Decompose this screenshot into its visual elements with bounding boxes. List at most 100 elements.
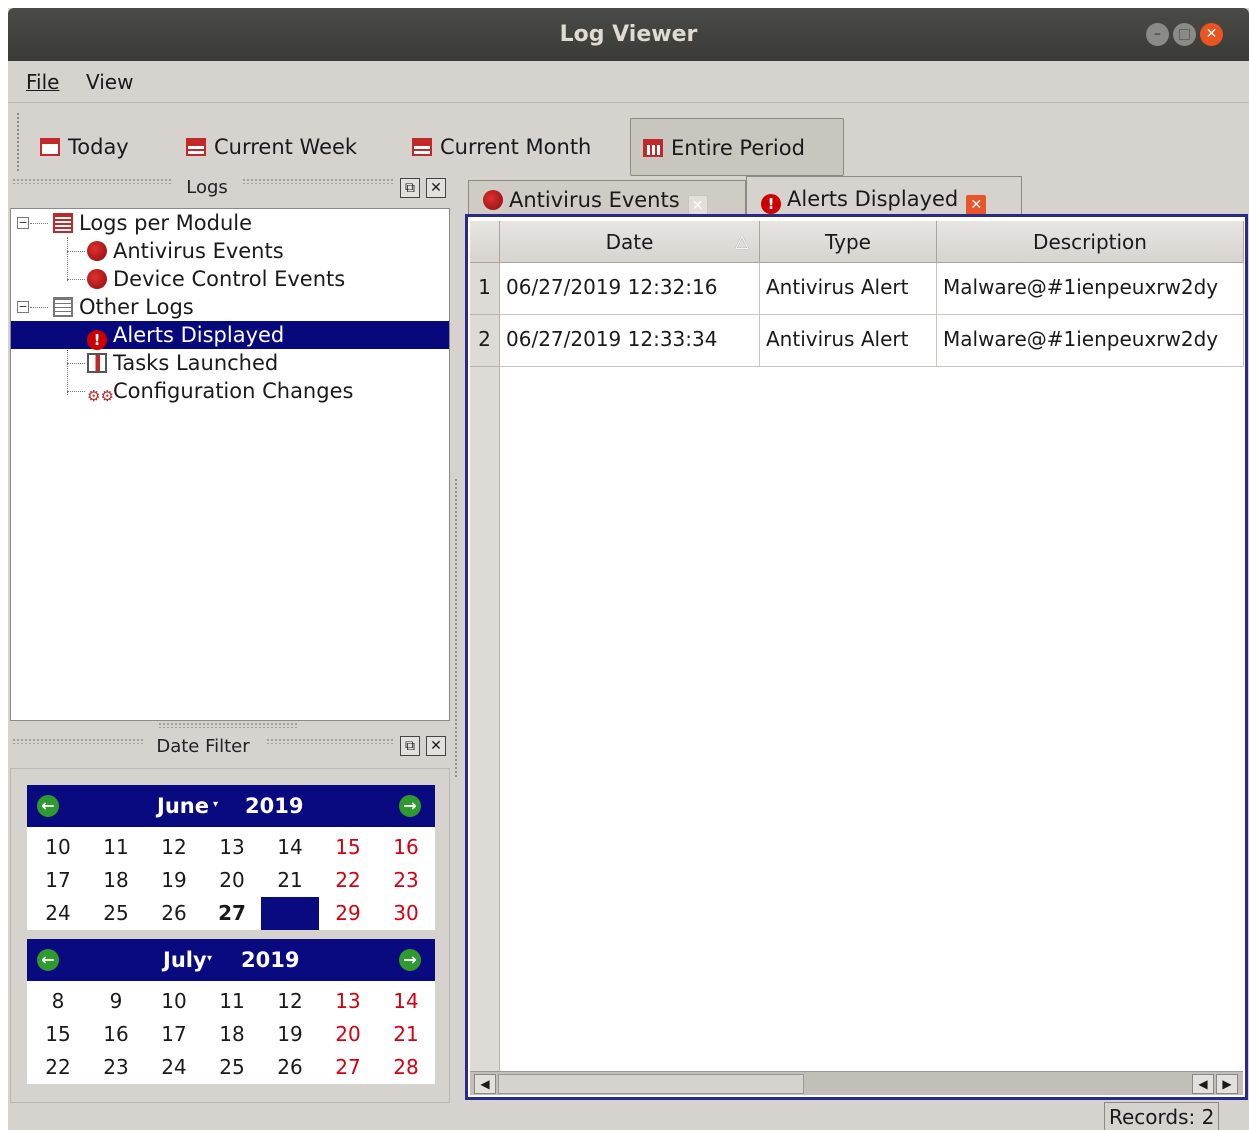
- row-number[interactable]: 1: [470, 263, 500, 315]
- month-selector[interactable]: July: [163, 948, 207, 972]
- cell-description[interactable]: Malware@#1ienpeuxrw2dy: [937, 263, 1244, 315]
- minimize-icon[interactable]: –: [1146, 23, 1169, 46]
- calendar-day[interactable]: 12: [145, 831, 203, 864]
- calendar-day[interactable]: 14: [261, 831, 319, 864]
- calendar-day[interactable]: 24: [29, 897, 87, 930]
- collapse-icon[interactable]: −: [17, 217, 29, 229]
- month-selector[interactable]: June: [157, 794, 209, 818]
- tree-node-antivirus-events[interactable]: Antivirus Events: [87, 237, 284, 265]
- calendar-day[interactable]: 25: [203, 1051, 261, 1084]
- calendar-day[interactable]: 20: [203, 864, 261, 897]
- collapse-icon[interactable]: −: [17, 301, 29, 313]
- calendar-day[interactable]: 23: [377, 864, 435, 897]
- close-panel-icon[interactable]: ✕: [426, 178, 446, 198]
- menu-view[interactable]: View: [86, 70, 133, 94]
- calendar-day[interactable]: 12: [261, 985, 319, 1018]
- calendar-day[interactable]: 21: [377, 1018, 435, 1051]
- calendar-day[interactable]: 11: [87, 831, 145, 864]
- scroll-left-icon[interactable]: ◀: [1192, 1074, 1214, 1094]
- entire-period-button[interactable]: Entire Period: [630, 118, 844, 176]
- column-header-type[interactable]: Type: [760, 221, 937, 263]
- column-header-description[interactable]: Description: [937, 221, 1244, 263]
- calendar-day[interactable]: 28: [377, 1051, 435, 1084]
- tree-node-tasks-launched[interactable]: Tasks Launched: [87, 349, 278, 377]
- calendar-day[interactable]: 13: [319, 985, 377, 1018]
- panel-drag-handle[interactable]: [242, 178, 394, 184]
- tree-node-other-logs[interactable]: Other Logs: [53, 293, 194, 321]
- cell-date[interactable]: 06/27/2019 12:32:16: [500, 263, 760, 315]
- scrollbar-thumb[interactable]: [498, 1074, 804, 1094]
- tree-node-configuration-changes[interactable]: ⚙⚙Configuration Changes: [87, 377, 353, 405]
- float-panel-icon[interactable]: ⧉: [400, 736, 420, 756]
- calendar-day[interactable]: 22: [29, 1051, 87, 1084]
- next-month-icon[interactable]: →: [399, 949, 421, 971]
- panel-drag-handle[interactable]: [12, 178, 172, 184]
- cell-date[interactable]: 06/27/2019 12:33:34: [500, 315, 760, 367]
- calendar-day[interactable]: 15: [319, 831, 377, 864]
- calendar-day[interactable]: 22: [319, 864, 377, 897]
- month-dropdown-icon[interactable]: ▾: [213, 799, 218, 810]
- calendar-day[interactable]: 8: [29, 985, 87, 1018]
- splitter-handle[interactable]: [158, 722, 298, 728]
- calendar-day[interactable]: 28: [261, 897, 319, 930]
- prev-month-icon[interactable]: ←: [37, 949, 59, 971]
- cell-description[interactable]: Malware@#1ienpeuxrw2dy: [937, 315, 1244, 367]
- calendar-day[interactable]: 16: [377, 831, 435, 864]
- column-header-date[interactable]: Date △: [500, 221, 760, 263]
- calendar-day[interactable]: 17: [29, 864, 87, 897]
- prev-month-icon[interactable]: ←: [37, 795, 59, 817]
- close-panel-icon[interactable]: ✕: [426, 736, 446, 756]
- tab-antivirus-events[interactable]: Antivirus Events ✕: [468, 180, 746, 218]
- tree-node-alerts-displayed[interactable]: ! Alerts Displayed: [11, 321, 449, 350]
- current-week-button[interactable]: Current Week: [184, 118, 357, 176]
- calendar-day[interactable]: 11: [203, 985, 261, 1018]
- calendar-day[interactable]: 9: [87, 985, 145, 1018]
- next-month-icon[interactable]: →: [399, 795, 421, 817]
- scroll-right-icon[interactable]: ▶: [1216, 1074, 1238, 1094]
- calendar-day[interactable]: 24: [145, 1051, 203, 1084]
- calendar-day[interactable]: 27: [319, 1051, 377, 1084]
- calendar-day[interactable]: 10: [145, 985, 203, 1018]
- calendar-day[interactable]: 10: [29, 831, 87, 864]
- tree-node-device-control-events[interactable]: Device Control Events: [87, 265, 345, 293]
- calendar-day[interactable]: 23: [87, 1051, 145, 1084]
- scroll-left-icon[interactable]: ◀: [474, 1074, 496, 1094]
- horizontal-scrollbar[interactable]: ◀ ◀ ▶: [470, 1071, 1243, 1095]
- today-button[interactable]: Today: [38, 118, 129, 176]
- calendar-day[interactable]: 13: [203, 831, 261, 864]
- calendar-day[interactable]: 25: [87, 897, 145, 930]
- calendar-day[interactable]: 27: [203, 897, 261, 930]
- calendar-day[interactable]: 19: [261, 1018, 319, 1051]
- menu-file[interactable]: File: [26, 70, 59, 94]
- close-tab-icon[interactable]: ✕: [966, 195, 987, 215]
- panel-drag-handle[interactable]: [266, 738, 394, 744]
- cell-type[interactable]: Antivirus Alert: [760, 263, 937, 315]
- maximize-icon[interactable]: □: [1173, 23, 1196, 46]
- calendar-day[interactable]: 29: [319, 897, 377, 930]
- calendar-day[interactable]: 14: [377, 985, 435, 1018]
- calendar-day[interactable]: 19: [145, 864, 203, 897]
- month-dropdown-icon[interactable]: ▾: [207, 953, 212, 964]
- calendar-day[interactable]: 26: [145, 897, 203, 930]
- close-tab-icon[interactable]: ✕: [687, 195, 708, 215]
- toolbar-grip[interactable]: [16, 112, 20, 172]
- calendar-day[interactable]: 30: [377, 897, 435, 930]
- calendar-day[interactable]: 20: [319, 1018, 377, 1051]
- year-selector[interactable]: 2019: [241, 948, 299, 972]
- calendar-day[interactable]: 18: [87, 864, 145, 897]
- close-window-icon[interactable]: ✕: [1200, 23, 1223, 46]
- calendar-day[interactable]: 16: [87, 1018, 145, 1051]
- calendar-day[interactable]: 21: [261, 864, 319, 897]
- current-month-button[interactable]: Current Month: [410, 118, 591, 176]
- tree-node-logs-per-module[interactable]: Logs per Module: [53, 209, 252, 237]
- year-selector[interactable]: 2019: [245, 794, 303, 818]
- float-panel-icon[interactable]: ⧉: [400, 178, 420, 198]
- vertical-splitter-handle[interactable]: [454, 478, 458, 778]
- row-number[interactable]: 2: [470, 315, 500, 367]
- calendar-day[interactable]: 15: [29, 1018, 87, 1051]
- panel-drag-handle[interactable]: [12, 738, 144, 744]
- cell-type[interactable]: Antivirus Alert: [760, 315, 937, 367]
- calendar-day[interactable]: 18: [203, 1018, 261, 1051]
- title-bar[interactable]: Log Viewer – □ ✕: [8, 8, 1249, 61]
- calendar-day[interactable]: 17: [145, 1018, 203, 1051]
